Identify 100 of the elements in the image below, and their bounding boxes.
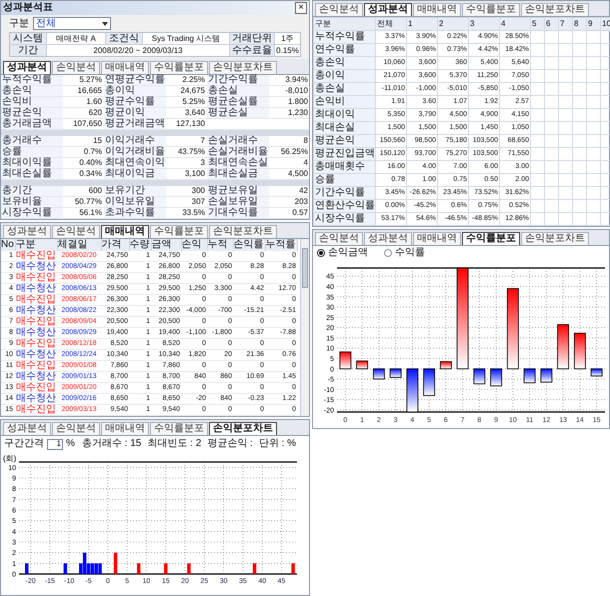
tab[interactable]: 수익률분포 bbox=[462, 232, 520, 245]
field-value: 307 bbox=[190, 197, 206, 207]
field-label: 최대연속손실 bbox=[207, 158, 269, 168]
tab[interactable]: 손익분포차트 bbox=[521, 3, 589, 16]
row-label: 평균진입금액 bbox=[314, 148, 376, 160]
field-value: 43.75% bbox=[176, 147, 206, 157]
table-cell: 매수진입 bbox=[15, 294, 57, 306]
tab[interactable]: 수익률분포 bbox=[150, 61, 208, 74]
field-label: 평균거래금액 bbox=[104, 119, 166, 129]
field-value: 0.34% bbox=[78, 169, 103, 179]
tab[interactable]: 손익분포차트 bbox=[209, 225, 277, 238]
tab[interactable]: 수익률분포 bbox=[462, 3, 520, 16]
tab[interactable]: 매매내역 bbox=[413, 3, 461, 16]
field-label: 승률 bbox=[1, 147, 63, 157]
table-cell: 매수진입 bbox=[15, 251, 57, 262]
row-label: 연수익률 bbox=[314, 44, 376, 56]
field-label: 손실거래비율 bbox=[207, 147, 269, 157]
field-label: 이익거래수 bbox=[104, 136, 166, 146]
tab[interactable]: 성과분석 bbox=[364, 232, 412, 245]
table-cell: 매수진입 bbox=[15, 272, 57, 284]
table-cell: 매수진입 bbox=[15, 382, 57, 394]
tab[interactable]: 손익분포차트 bbox=[209, 61, 277, 74]
field-label: 기간수익률 bbox=[207, 75, 269, 85]
tab[interactable]: 성과분석 bbox=[364, 3, 412, 16]
table-cell: 매수진입 bbox=[15, 360, 57, 372]
column-header: 4 bbox=[500, 18, 530, 30]
scrollbar[interactable] bbox=[300, 239, 309, 416]
table-cell: 매수청산 bbox=[15, 284, 57, 294]
field-value: 33.5% bbox=[181, 208, 206, 218]
table-cell: 매수청산 bbox=[15, 350, 57, 360]
tab[interactable]: 수익률분포 bbox=[150, 422, 208, 435]
tab[interactable]: 수익률분포 bbox=[150, 225, 208, 238]
tab[interactable]: 성과분석 bbox=[3, 61, 51, 74]
field-value: 16,665 bbox=[76, 86, 103, 96]
field-value: 127,130 bbox=[175, 119, 206, 129]
field-value: 300 bbox=[190, 186, 206, 196]
column-header: 누적률 bbox=[265, 239, 297, 251]
tab[interactable]: 매매내역 bbox=[101, 61, 149, 74]
tab[interactable]: 매매내역 bbox=[413, 232, 461, 245]
tab[interactable]: 손익분포차트 bbox=[209, 422, 277, 435]
field-value: 0.57 bbox=[291, 208, 309, 218]
tab[interactable]: 성과분석 bbox=[3, 225, 51, 238]
row-label: 시장수익률 bbox=[314, 212, 376, 226]
tab[interactable]: 손익분석 bbox=[52, 422, 100, 435]
table-cell: 매수청산 bbox=[15, 394, 57, 404]
filter-dropdown[interactable]: 전체 bbox=[33, 17, 111, 30]
row-label: 최대손실 bbox=[314, 122, 376, 134]
field-value: 7 bbox=[200, 136, 206, 146]
field-label: 총이익 bbox=[104, 86, 166, 96]
bar bbox=[423, 368, 436, 396]
field-label: 연평균수익률 bbox=[104, 75, 166, 85]
row-label: 연환산수익률 bbox=[314, 200, 376, 212]
field-value: 3.94% bbox=[284, 75, 309, 85]
field-label: 총기간 bbox=[1, 186, 63, 196]
field-value: 3,100 bbox=[184, 169, 206, 179]
tab[interactable]: 성과분석 bbox=[3, 422, 51, 435]
column-header: 7 bbox=[558, 18, 572, 30]
field-label: 총거래수 bbox=[1, 136, 63, 146]
close-button[interactable]: × bbox=[295, 2, 307, 14]
tab[interactable]: 손익분석 bbox=[315, 232, 363, 245]
field-value: 2.25% bbox=[181, 75, 206, 85]
bar bbox=[390, 368, 402, 378]
column-header: 구분 bbox=[15, 239, 57, 251]
interval-field[interactable]: 1 bbox=[47, 438, 63, 450]
tab[interactable]: 손익분포차트 bbox=[521, 232, 589, 245]
radio-button[interactable] bbox=[317, 249, 325, 257]
column-header: 손익률 bbox=[233, 239, 265, 251]
stat-text: 최대빈도 : 2 bbox=[147, 438, 202, 450]
field-label: 평균보유일 bbox=[207, 186, 269, 196]
field-label: 최대손실률 bbox=[1, 169, 63, 179]
tab[interactable]: 손익분석 bbox=[52, 61, 100, 74]
tab[interactable]: 매매내역 bbox=[101, 225, 149, 238]
field-value: 56.25% bbox=[280, 147, 309, 157]
field-label: 시스템 bbox=[10, 33, 46, 44]
unit-label: % bbox=[66, 438, 75, 450]
row-label: 총손익 bbox=[314, 56, 376, 70]
field-value: 8 bbox=[302, 136, 309, 146]
field-label: 기대수익률 bbox=[207, 208, 269, 218]
column-header: 3 bbox=[468, 18, 500, 30]
field-value: 1,230 bbox=[286, 108, 309, 118]
radio-button[interactable] bbox=[384, 249, 392, 257]
bar bbox=[540, 368, 552, 383]
tab[interactable]: 손익분석 bbox=[52, 225, 100, 238]
tab[interactable]: 매매내역 bbox=[101, 422, 149, 435]
radio-label: 수익률 bbox=[395, 247, 425, 259]
table-cell: 매수청산 bbox=[15, 328, 57, 338]
field-label: 손실보유일 bbox=[207, 197, 269, 207]
field-value: 600 bbox=[88, 186, 103, 196]
field-label: 이익보유일 bbox=[104, 197, 166, 207]
column-header: 2 bbox=[438, 18, 468, 30]
tab[interactable]: 손익분석 bbox=[315, 3, 363, 16]
column-header: 1 bbox=[406, 18, 438, 30]
field-value: Sys Trading 시스템 bbox=[143, 33, 229, 44]
column-header: 구분 bbox=[314, 18, 376, 30]
row-label: 누적수익률 bbox=[314, 30, 376, 44]
field-value: 56.1% bbox=[78, 208, 103, 218]
column-header: 전체 bbox=[376, 18, 406, 30]
bar bbox=[524, 368, 536, 384]
field-label: 기간 bbox=[10, 45, 46, 56]
column-header: 가격 bbox=[101, 239, 129, 251]
